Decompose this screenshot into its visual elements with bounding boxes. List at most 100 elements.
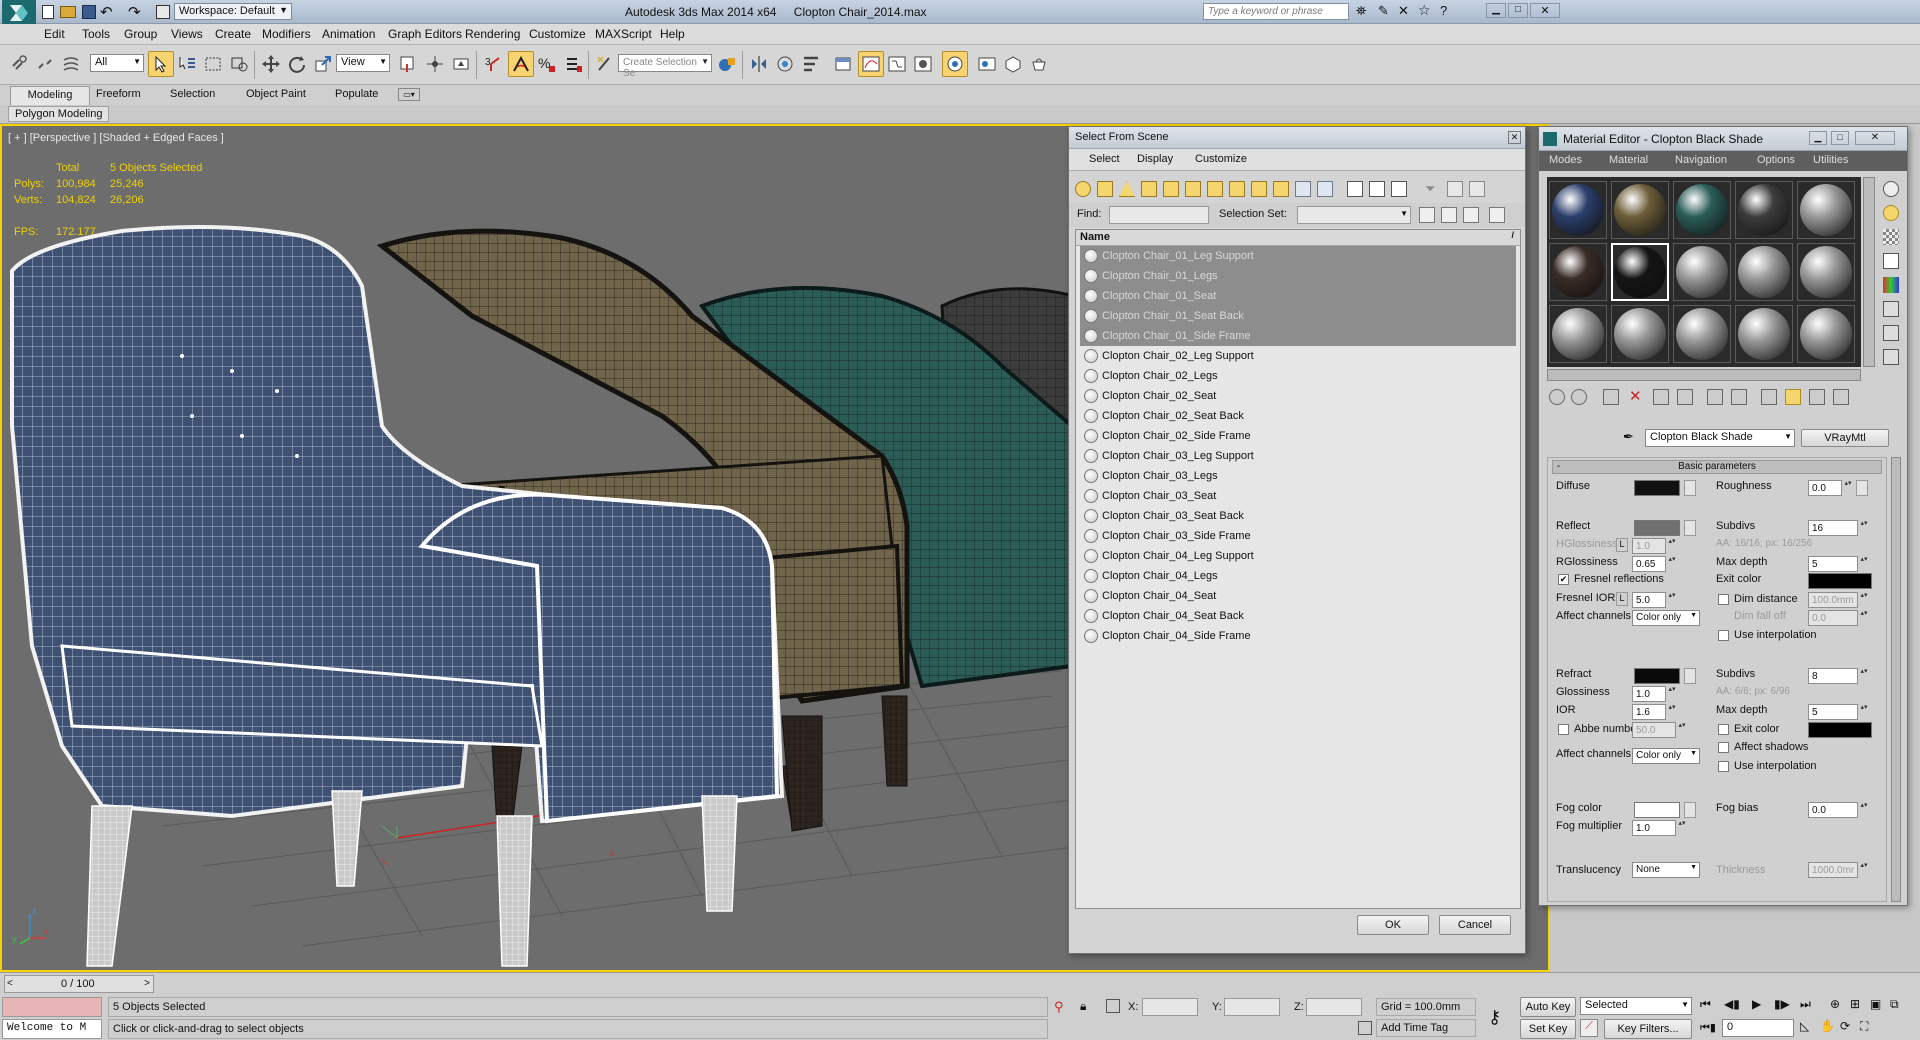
material-sample-slot[interactable] [1797, 305, 1855, 363]
sample-slots-scrollbar[interactable] [1863, 177, 1875, 367]
display-influences-icon[interactable] [1469, 181, 1485, 197]
sample-type-icon[interactable] [1883, 181, 1899, 197]
fog-color-map-button[interactable] [1684, 802, 1696, 818]
filter-icon[interactable]: ⏷ [1425, 181, 1435, 197]
rectangular-selection-icon[interactable] [200, 51, 226, 77]
object-list-item[interactable]: Clopton Chair_04_Seat [1080, 586, 1516, 606]
play-icon[interactable]: ▶ [1752, 997, 1761, 1011]
menu-animation[interactable]: Animation [322, 27, 375, 41]
object-list-item[interactable]: Clopton Chair_03_Leg Support [1080, 446, 1516, 466]
selection-filter-dropdown[interactable]: All ▼ [90, 54, 144, 72]
display-space-warps-icon[interactable] [1185, 181, 1201, 197]
material-sample-slot[interactable] [1549, 305, 1607, 363]
me-menu-material[interactable]: Material [1609, 154, 1648, 166]
tab-modeling[interactable]: Modeling [10, 86, 90, 105]
select-dialog-menu-select[interactable]: Select [1089, 153, 1120, 165]
column-header-name[interactable]: Name / [1076, 230, 1520, 246]
object-list-item[interactable]: Clopton Chair_01_Seat Back [1080, 306, 1516, 326]
current-frame-input[interactable]: 0 [1722, 1019, 1794, 1037]
workspace-dropdown[interactable]: Workspace: Default ▼ [174, 3, 292, 20]
diffuse-color-swatch[interactable] [1634, 480, 1680, 496]
show-shaded-material-icon[interactable] [1761, 389, 1777, 405]
dim-distance-field[interactable]: 100.0mm [1808, 592, 1858, 608]
display-geometry-icon[interactable] [1075, 181, 1091, 197]
select-dialog-menu-display[interactable]: Display [1137, 153, 1173, 165]
reflect-subdivs-spinner[interactable]: ▴▾ [1860, 520, 1868, 536]
subscription-icon[interactable]: ✎ [1378, 3, 1389, 19]
menu-maxscript[interactable]: MAXScript [595, 27, 652, 41]
display-frozen-icon[interactable] [1295, 181, 1311, 197]
select-invert-icon[interactable] [1391, 181, 1407, 197]
object-list-item[interactable]: Clopton Chair_01_Seat [1080, 286, 1516, 306]
keyboard-shortcut-override-icon[interactable] [448, 51, 474, 77]
absolute-mode-icon[interactable] [1106, 999, 1120, 1013]
basic-parameters-header[interactable]: - Basic parameters [1552, 460, 1882, 474]
refract-map-button[interactable] [1684, 668, 1696, 684]
background-icon[interactable] [1883, 229, 1899, 245]
selection-set-dropdown[interactable]: ▼ [1297, 206, 1411, 224]
zoom-all-icon[interactable]: ⊞ [1850, 997, 1860, 1011]
key-mode-toggle-icon[interactable]: ⏮▮ [1700, 1021, 1716, 1035]
abbe-spinner[interactable]: ▴▾ [1678, 722, 1686, 738]
hglossiness-field[interactable]: 1.0 [1632, 538, 1666, 554]
window-crossing-icon[interactable] [226, 51, 252, 77]
project-folder-icon[interactable] [156, 5, 170, 19]
material-sample-slot[interactable] [1673, 181, 1731, 239]
mirror-icon[interactable] [746, 51, 772, 77]
refract-glossiness-field[interactable]: 1.0 [1632, 686, 1666, 702]
fresnel-ior-spinner[interactable]: ▴▾ [1668, 592, 1676, 608]
dim-falloff-spinner[interactable]: ▴▾ [1860, 610, 1868, 626]
go-forward-sibling-icon[interactable] [1833, 389, 1849, 405]
reflect-subdivs-field[interactable]: 16 [1808, 520, 1858, 536]
hglossiness-lock-button[interactable]: L [1616, 538, 1628, 552]
isolate-selection-icon[interactable]: ⚲ [1054, 999, 1064, 1015]
display-bones-icon[interactable] [1251, 181, 1267, 197]
get-material-icon[interactable] [1549, 389, 1565, 405]
select-and-manipulate-icon[interactable] [422, 51, 448, 77]
named-selection-set-dropdown[interactable]: Create Selection Se ▼ [618, 54, 712, 79]
select-by-name-icon[interactable] [174, 51, 200, 77]
material-editor-title-bar[interactable]: Material Editor - Clopton Black Shade ▁ … [1539, 127, 1907, 151]
display-helpers-icon[interactable] [1163, 181, 1179, 197]
selection-lock-icon[interactable]: 🔒︎ [1080, 999, 1086, 1014]
thickness-spinner[interactable]: ▴▾ [1860, 862, 1868, 878]
refract-exit-color-swatch[interactable] [1808, 722, 1872, 738]
object-list-item[interactable]: Clopton Chair_01_Legs [1080, 266, 1516, 286]
material-sample-slot[interactable] [1611, 243, 1669, 301]
display-containers-icon[interactable] [1273, 181, 1289, 197]
curve-editor-icon[interactable] [858, 51, 884, 77]
material-editor-icon[interactable] [910, 51, 936, 77]
open-file-icon[interactable] [60, 6, 76, 18]
set-key-mode-icon[interactable]: ⚷ [1488, 1007, 1501, 1028]
toggle-layer-explorer-icon[interactable] [798, 51, 824, 77]
select-dialog-menu-customize[interactable]: Customize [1195, 153, 1247, 165]
refract-glossiness-spinner[interactable]: ▴▾ [1668, 686, 1676, 702]
menu-rendering[interactable]: Rendering [465, 27, 520, 41]
search-input[interactable]: Type a keyword or phrase [1203, 3, 1349, 20]
menu-tools[interactable]: Tools [82, 27, 110, 41]
put-material-icon[interactable] [1571, 389, 1587, 405]
select-all-icon[interactable] [1347, 181, 1363, 197]
object-list-item[interactable]: Clopton Chair_01_Side Frame [1080, 326, 1516, 346]
close-icon[interactable]: ✕ [1508, 131, 1521, 144]
binoculars-icon[interactable]: ⛯ [1356, 3, 1366, 19]
sample-uv-tiling-icon[interactable] [1883, 253, 1899, 269]
abbe-field[interactable]: 50.0 [1632, 722, 1676, 738]
object-list-item[interactable]: Clopton Chair_04_Leg Support [1080, 546, 1516, 566]
refract-subdivs-field[interactable]: 8 [1808, 668, 1858, 684]
translucency-dropdown[interactable]: None ▼ [1632, 862, 1700, 878]
reflect-map-button[interactable] [1684, 520, 1696, 536]
fog-bias-field[interactable]: 0.0 [1808, 802, 1858, 818]
refract-color-swatch[interactable] [1634, 668, 1680, 684]
reflect-affect-channels-dropdown[interactable]: Color only ▼ [1632, 610, 1700, 626]
time-slider-prev-icon[interactable]: < [7, 978, 13, 989]
fresnel-ior-field[interactable]: 5.0 [1632, 592, 1666, 608]
material-sample-slot[interactable] [1611, 181, 1669, 239]
object-list-item[interactable]: Clopton Chair_04_Legs [1080, 566, 1516, 586]
fog-bias-spinner[interactable]: ▴▾ [1860, 802, 1868, 818]
dim-distance-checkbox[interactable] [1718, 594, 1729, 605]
roughness-spinner[interactable]: ▴▾ [1844, 480, 1852, 496]
select-by-material-icon[interactable] [1883, 349, 1899, 365]
minimize-icon[interactable]: ▁ [1809, 131, 1827, 145]
fresnel-checkbox[interactable]: ✔ [1558, 574, 1569, 585]
